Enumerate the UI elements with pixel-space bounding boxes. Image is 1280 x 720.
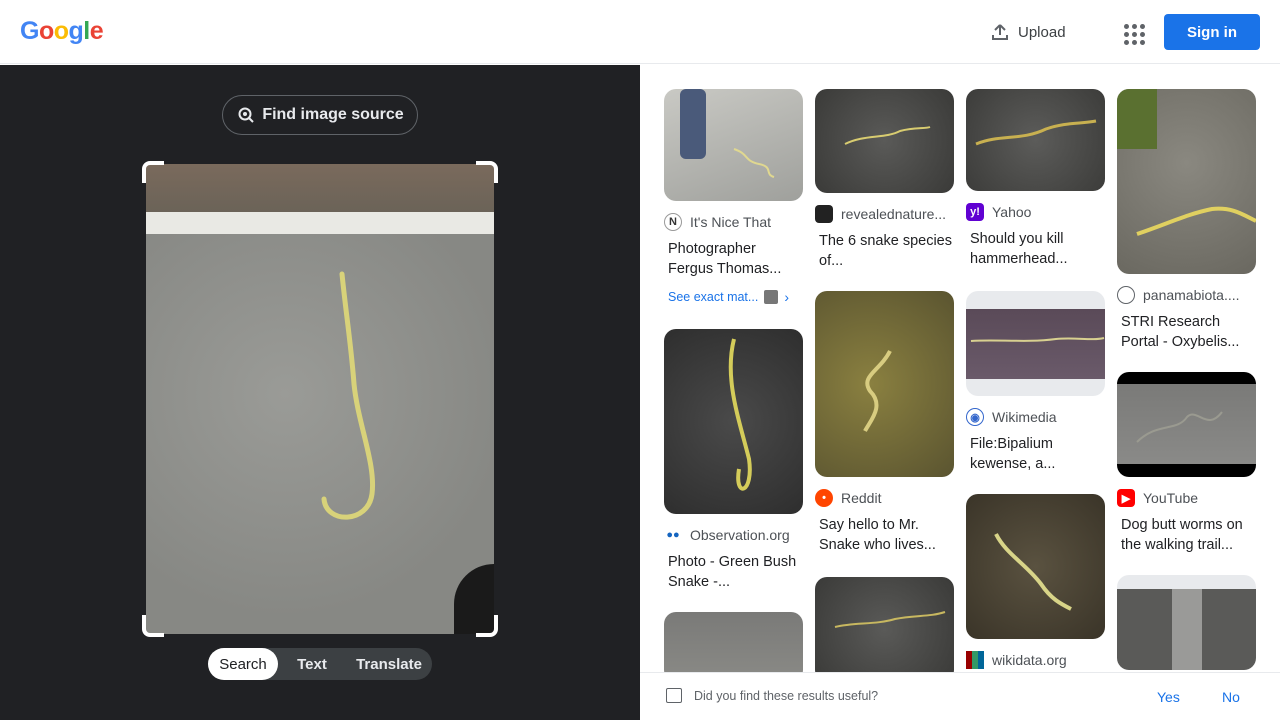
result-card[interactable] bbox=[815, 577, 954, 682]
mode-tabs: Search Text Translate bbox=[208, 648, 432, 680]
crop-handle-top-right[interactable] bbox=[476, 161, 498, 183]
crop-handle-bottom-right[interactable] bbox=[476, 615, 498, 637]
result-source[interactable]: ▶ YouTube bbox=[1117, 489, 1256, 507]
snake-photo bbox=[321, 271, 376, 520]
result-thumbnail[interactable] bbox=[664, 329, 803, 514]
result-card[interactable]: • Reddit Say hello to Mr. Snake who live… bbox=[815, 291, 954, 555]
result-title[interactable]: The 6 snake species of... bbox=[815, 231, 954, 271]
result-title[interactable]: Dog butt worms on the walking trail... bbox=[1117, 515, 1256, 555]
revealednature-icon bbox=[815, 205, 833, 223]
find-image-source-label: Find image source bbox=[262, 106, 404, 123]
upload-button[interactable]: Upload bbox=[990, 18, 1066, 46]
result-card[interactable]: N It's Nice That Photographer Fergus Tho… bbox=[664, 89, 803, 305]
result-thumbnail[interactable] bbox=[664, 89, 803, 201]
result-card[interactable]: ◉ Wikimedia File:Bipalium kewense, a... bbox=[966, 291, 1105, 474]
result-source[interactable]: panamabiota.... bbox=[1117, 286, 1256, 304]
crop-handle-bottom-left[interactable] bbox=[142, 615, 164, 637]
top-bar: Google Upload Sign in bbox=[0, 0, 1280, 64]
result-source[interactable]: wikidata.org bbox=[966, 651, 1105, 669]
feedback-icon bbox=[666, 688, 682, 703]
result-title[interactable]: Say hello to Mr. Snake who lives... bbox=[815, 515, 954, 555]
see-exact-matches-link[interactable]: See exact mat... › bbox=[664, 289, 803, 305]
result-card[interactable]: panamabiota.... STRI Research Portal - O… bbox=[1117, 89, 1256, 352]
tab-text[interactable]: Text bbox=[278, 648, 346, 680]
feedback-no-button[interactable]: No bbox=[1222, 689, 1240, 705]
result-title[interactable]: Photographer Fergus Thomas... bbox=[664, 239, 803, 279]
reddit-icon: • bbox=[815, 489, 833, 507]
result-thumbnail[interactable] bbox=[815, 577, 954, 682]
result-thumbnail[interactable] bbox=[966, 494, 1105, 639]
feedback-bar: Did you find these results useful? Yes N… bbox=[640, 672, 1280, 720]
exact-match-thumbnail bbox=[764, 290, 779, 304]
crop-handle-top-left[interactable] bbox=[142, 161, 164, 183]
result-card[interactable]: y! Yahoo Should you kill hammerhead... bbox=[966, 89, 1105, 269]
result-thumbnail[interactable] bbox=[815, 89, 954, 193]
result-source[interactable]: N It's Nice That bbox=[664, 213, 803, 231]
result-title[interactable]: File:Bipalium kewense, a... bbox=[966, 434, 1105, 474]
result-thumbnail[interactable] bbox=[1117, 575, 1256, 670]
result-source[interactable]: y! Yahoo bbox=[966, 203, 1105, 221]
youtube-icon: ▶ bbox=[1117, 489, 1135, 507]
wikimedia-icon: ◉ bbox=[966, 408, 984, 426]
feedback-yes-button[interactable]: Yes bbox=[1157, 689, 1180, 705]
upload-label: Upload bbox=[1018, 23, 1066, 41]
result-source[interactable]: • Reddit bbox=[815, 489, 954, 507]
result-card[interactable]: wikidata.org bbox=[966, 494, 1105, 669]
observation-org-icon: ●● bbox=[664, 526, 682, 544]
result-source[interactable]: ◉ Wikimedia bbox=[966, 408, 1105, 426]
upload-icon bbox=[992, 24, 1008, 40]
result-title[interactable]: Photo - Green Bush Snake -... bbox=[664, 552, 803, 592]
result-thumbnail[interactable] bbox=[1117, 89, 1256, 274]
result-card[interactable]: revealednature... The 6 snake species of… bbox=[815, 89, 954, 271]
result-card[interactable]: ●● Observation.org Photo - Green Bush Sn… bbox=[664, 329, 803, 592]
google-logo[interactable]: Google bbox=[20, 17, 104, 46]
result-thumbnail[interactable] bbox=[966, 89, 1105, 191]
result-title[interactable]: Should you kill hammerhead... bbox=[966, 229, 1105, 269]
lens-search-icon bbox=[238, 107, 255, 123]
chevron-right-icon: › bbox=[784, 289, 789, 305]
result-thumbnail[interactable] bbox=[966, 291, 1105, 396]
tab-translate[interactable]: Translate bbox=[346, 648, 432, 680]
result-title[interactable]: STRI Research Portal - Oxybelis... bbox=[1117, 312, 1256, 352]
result-card[interactable] bbox=[1117, 575, 1256, 670]
result-thumbnail[interactable] bbox=[1117, 372, 1256, 477]
query-image-panel: Find image source Search Text Translate bbox=[0, 65, 640, 720]
yahoo-icon: y! bbox=[966, 203, 984, 221]
feedback-question: Did you find these results useful? bbox=[694, 689, 879, 703]
visual-matches-panel: N It's Nice That Photographer Fergus Tho… bbox=[640, 65, 1280, 720]
tab-search[interactable]: Search bbox=[208, 648, 278, 680]
result-source[interactable]: revealednature... bbox=[815, 205, 954, 223]
wikidata-icon bbox=[966, 651, 984, 669]
result-source[interactable]: ●● Observation.org bbox=[664, 526, 803, 544]
sign-in-button[interactable]: Sign in bbox=[1164, 14, 1260, 50]
apps-grid-icon[interactable] bbox=[1118, 18, 1146, 46]
query-image bbox=[146, 164, 494, 634]
result-thumbnail[interactable] bbox=[815, 291, 954, 477]
result-card[interactable]: ▶ YouTube Dog butt worms on the walking … bbox=[1117, 372, 1256, 555]
find-image-source-button[interactable]: Find image source bbox=[222, 95, 418, 135]
globe-icon bbox=[1117, 286, 1135, 304]
its-nice-that-icon: N bbox=[664, 213, 682, 231]
